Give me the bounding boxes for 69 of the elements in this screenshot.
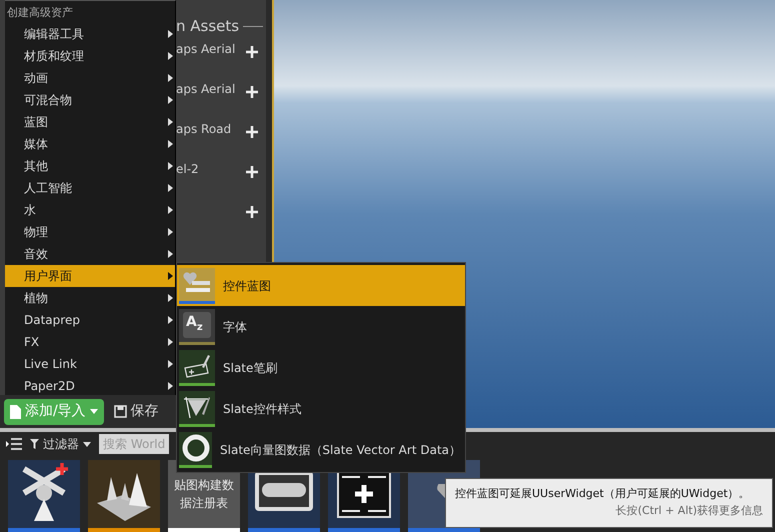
submenu-arrow-icon [168, 140, 173, 148]
submenu-arrow-icon [168, 272, 173, 280]
add-button[interactable] [246, 86, 258, 98]
menu-item[interactable]: 动画 [5, 67, 175, 89]
menu-item[interactable]: Live Link [5, 353, 175, 375]
menu-item[interactable]: 编辑器工具 [5, 23, 175, 45]
caret-icon [90, 409, 98, 414]
submenu-item[interactable]: Slate控件样式 [177, 388, 465, 429]
search-field[interactable]: 搜索 World [99, 434, 169, 454]
submenu-arrow-icon [168, 206, 173, 214]
submenu-arrow-icon [168, 162, 173, 170]
thumbnail-label: 贴图构建数据注册表 [173, 477, 235, 512]
plus-icon [246, 206, 258, 218]
menu-item[interactable]: Dataprep [5, 309, 175, 331]
submenu-arrow-icon [168, 360, 173, 368]
submenu-arrow-icon [168, 316, 173, 324]
submenu-arrow-icon [168, 184, 173, 192]
menu-item[interactable]: Paper2D [5, 375, 175, 397]
style-shapes-icon [182, 394, 212, 420]
funnel-icon [30, 439, 39, 449]
list-icon [6, 438, 22, 450]
submenu-arrow-icon [168, 30, 173, 38]
asset-name: aps Road [176, 121, 232, 138]
submenu-arrow-icon [168, 250, 173, 258]
menu-item[interactable]: 可混合物 [5, 89, 175, 111]
menu-item[interactable]: 水 [5, 199, 175, 221]
plus-icon [246, 126, 258, 138]
asset-thumbnail[interactable] [88, 460, 160, 532]
submenu-arrow-icon [168, 382, 173, 390]
tooltip-text: 控件蓝图可延展UUserWidget（用户可延展的UWidget）。 [455, 486, 751, 502]
submenu-arrow-icon [168, 228, 173, 236]
plus-icon [246, 166, 258, 178]
brush-card-icon [182, 353, 212, 379]
submenu-item[interactable]: Slate笔刷 [177, 347, 465, 388]
tooltip-hint: 长按(Ctrl + Alt)获得更多信息 [616, 502, 763, 518]
menu-header: 创建高级资产 [6, 5, 74, 21]
menu-item[interactable]: 人工智能 [5, 177, 175, 199]
asset-name: aps Aerial [176, 41, 236, 58]
menu-item[interactable]: 音效 [5, 243, 175, 265]
menu-item[interactable]: 蓝图 [5, 111, 175, 133]
plus-icon [246, 46, 258, 58]
plus-icon [246, 86, 258, 98]
menu-item[interactable]: 用户界面 [5, 265, 175, 287]
menu-item[interactable]: FX [5, 331, 175, 353]
submenu-arrow-icon [168, 52, 173, 60]
submenu-arrow-icon [168, 294, 173, 302]
file-icon [10, 404, 21, 418]
submenu-arrow-icon [168, 74, 173, 82]
asset-name: el-2 [176, 161, 199, 178]
submenu-arrow-icon [168, 118, 173, 126]
add-button[interactable] [246, 46, 258, 58]
filter-button[interactable]: 过滤器 [30, 435, 91, 453]
asset-name: aps Aerial [176, 81, 236, 98]
menu-item[interactable]: 植物 [5, 287, 175, 309]
menu-item[interactable]: 材质和纹理 [5, 45, 175, 67]
submenu-arrow-icon [168, 338, 173, 346]
menu-item[interactable]: 物理 [5, 221, 175, 243]
add-button[interactable] [246, 126, 258, 138]
add-button[interactable] [246, 166, 258, 178]
ring-icon [182, 434, 210, 462]
asset-thumbnail[interactable] [8, 460, 80, 532]
panel-heading: n Assets [176, 16, 240, 37]
add-button[interactable] [246, 206, 258, 218]
caret-icon [83, 442, 91, 446]
save-button[interactable]: 保存 [110, 398, 163, 424]
menu-item[interactable]: 其他 [5, 155, 175, 177]
menu-item[interactable]: 媒体 [5, 133, 175, 155]
submenu-item[interactable]: 控件蓝图 [177, 265, 465, 306]
submenu-arrow-icon [168, 96, 173, 104]
